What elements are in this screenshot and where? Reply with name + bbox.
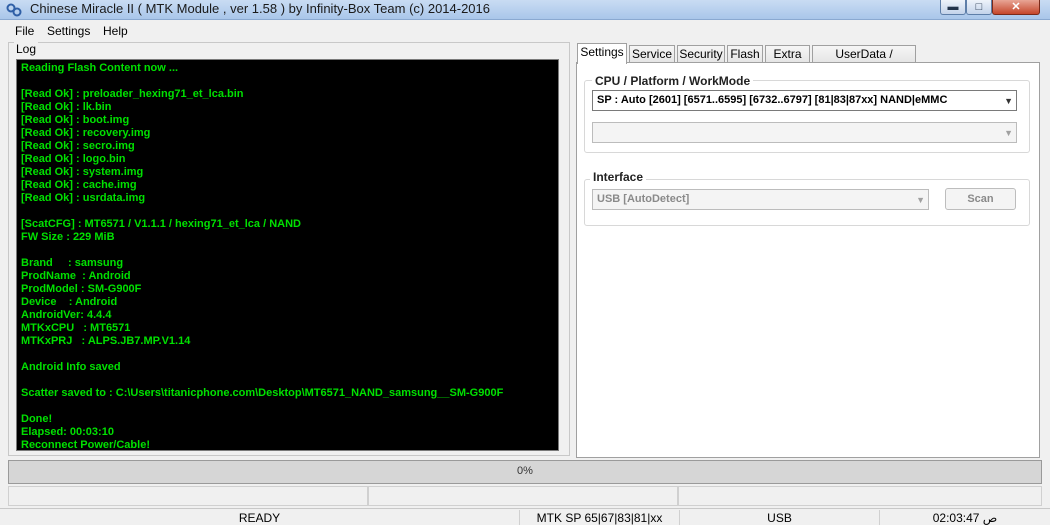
minimize-icon: ▬ [947,0,959,13]
workmode-select[interactable]: ▼ [592,122,1017,143]
log-caption: Log [14,42,39,56]
window-title: Chinese Miracle II ( MTK Module , ver 1.… [30,1,491,16]
menu-bar: File Settings Help [0,21,1050,41]
minimize-button[interactable]: ▬ [940,0,966,15]
status-bar: READY MTK SP 65|67|83|81|xx USB 02:03:47… [0,508,1050,525]
progress-text: 0% [517,465,533,477]
menu-settings[interactable]: Settings [47,24,90,38]
close-button[interactable]: ✕ [992,0,1040,15]
cpu-platform-select[interactable]: SP : Auto [2601] [6571..6595] [6732..679… [592,90,1017,111]
interface-caption: Interface [590,170,647,184]
info-cell-3 [678,486,1042,506]
tab-flash[interactable]: Flash [727,45,763,63]
cpu-platform-caption: CPU / Platform / WorkMode [592,74,754,88]
status-platform: MTK SP 65|67|83|81|xx [520,510,680,525]
scan-button[interactable]: Scan [945,188,1016,210]
tab-extra[interactable]: Extra [765,45,810,63]
tab-service[interactable]: Service [629,45,675,63]
info-cell-2 [368,486,678,506]
cpu-platform-value: SP : Auto [2601] [6571..6595] [6732..679… [597,94,948,106]
chevron-down-icon: ▼ [1004,96,1013,106]
info-row [8,486,1042,506]
chevron-down-icon: ▼ [916,195,925,205]
tab-settings[interactable]: Settings [577,43,627,64]
progress-bar: 0% [8,460,1042,484]
close-icon: ✕ [1011,0,1021,13]
maximize-icon: □ [975,0,983,13]
maximize-button[interactable]: □ [966,0,992,15]
info-cell-1 [8,486,368,506]
status-connection: USB [680,510,880,525]
title-bar: Chinese Miracle II ( MTK Module , ver 1.… [0,0,1050,20]
status-state: READY [0,510,520,525]
chevron-down-icon: ▼ [1004,128,1013,138]
tab-security[interactable]: Security [677,45,725,63]
log-scrollbar[interactable]: ▲ ≡ ▼ [558,119,559,451]
interface-select[interactable]: USB [AutoDetect] ▼ [592,189,929,210]
app-icon [6,3,22,17]
menu-file[interactable]: File [15,24,34,38]
tab-userdata-forensic[interactable]: UserData / Forensic [812,45,916,77]
log-console[interactable]: Reading Flash Content now ... [Read Ok] … [16,59,559,451]
menu-help[interactable]: Help [103,24,128,38]
status-time: 02:03:47 ص [932,511,998,525]
log-text: Reading Flash Content now ... [Read Ok] … [21,62,504,451]
interface-value: USB [AutoDetect] [597,193,690,205]
